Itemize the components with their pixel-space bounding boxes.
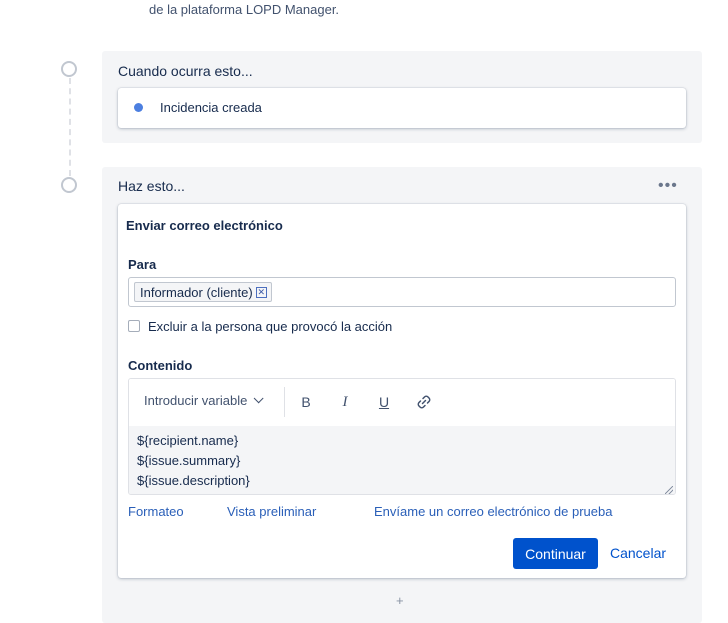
recipient-chip: Informador (cliente) ✕ (134, 282, 272, 302)
trigger-section: Cuando ocurra esto... Incidencia creada (102, 51, 702, 143)
insert-variable-label: Introducir variable (144, 393, 248, 408)
toolbar-divider (284, 387, 285, 417)
chevron-down-icon (253, 393, 264, 404)
more-horizontal-icon[interactable]: ••• (658, 178, 680, 194)
content-editor: Introducir variable B I U ${recipient.na… (128, 378, 676, 495)
insert-variable-select[interactable]: Introducir variable (144, 393, 264, 408)
underline-button[interactable]: U (373, 391, 395, 413)
timeline-dot-action (61, 177, 77, 193)
close-icon[interactable]: ✕ (255, 286, 267, 298)
preview-link[interactable]: Vista preliminar (227, 504, 316, 519)
recipient-chip-label: Informador (cliente) (140, 284, 253, 300)
cancel-button[interactable]: Cancelar (604, 538, 672, 569)
resize-handle[interactable] (665, 486, 673, 494)
trigger-item-label: Incidencia creada (160, 100, 262, 115)
trigger-section-title: Cuando ocurra esto... (118, 63, 253, 79)
send-test-email-link[interactable]: Envíame un correo electrónico de prueba (374, 504, 612, 519)
content-textarea[interactable]: ${recipient.name} ${issue.summary} ${iss… (129, 426, 675, 494)
continue-button[interactable]: Continuar (513, 538, 598, 569)
timeline-dot-trigger (61, 61, 77, 77)
bold-button[interactable]: B (295, 391, 317, 413)
formatting-link[interactable]: Formateo (128, 504, 184, 519)
send-email-card: Enviar correo electrónico Para Informado… (118, 204, 686, 578)
content-label: Contenido (128, 358, 193, 373)
trigger-bullet-icon (134, 103, 143, 112)
intro-text: de la plataforma LOPD Manager. (149, 2, 340, 17)
to-label: Para (128, 257, 157, 272)
exclude-initiator-label[interactable]: Excluir a la persona que provocó la acci… (148, 319, 392, 334)
editor-toolbar: Introducir variable B I U (129, 379, 675, 425)
timeline-connector (69, 78, 71, 176)
content-line: ${issue.description} (137, 473, 250, 488)
action-section: Haz esto... ••• Enviar correo electrónic… (102, 167, 702, 623)
exclude-initiator-checkbox[interactable] (128, 320, 140, 332)
content-line: ${issue.summary} (137, 453, 241, 468)
link-icon[interactable] (413, 391, 435, 413)
content-line: ${recipient.name} (137, 433, 239, 448)
action-section-title: Haz esto... (118, 178, 185, 194)
italic-button[interactable]: I (334, 391, 356, 413)
card-title: Enviar correo electrónico (126, 218, 283, 233)
trigger-card[interactable]: Incidencia creada (118, 88, 686, 128)
to-recipients-input[interactable]: Informador (cliente) ✕ (128, 277, 676, 307)
add-step-plus-icon[interactable]: + (396, 593, 404, 608)
